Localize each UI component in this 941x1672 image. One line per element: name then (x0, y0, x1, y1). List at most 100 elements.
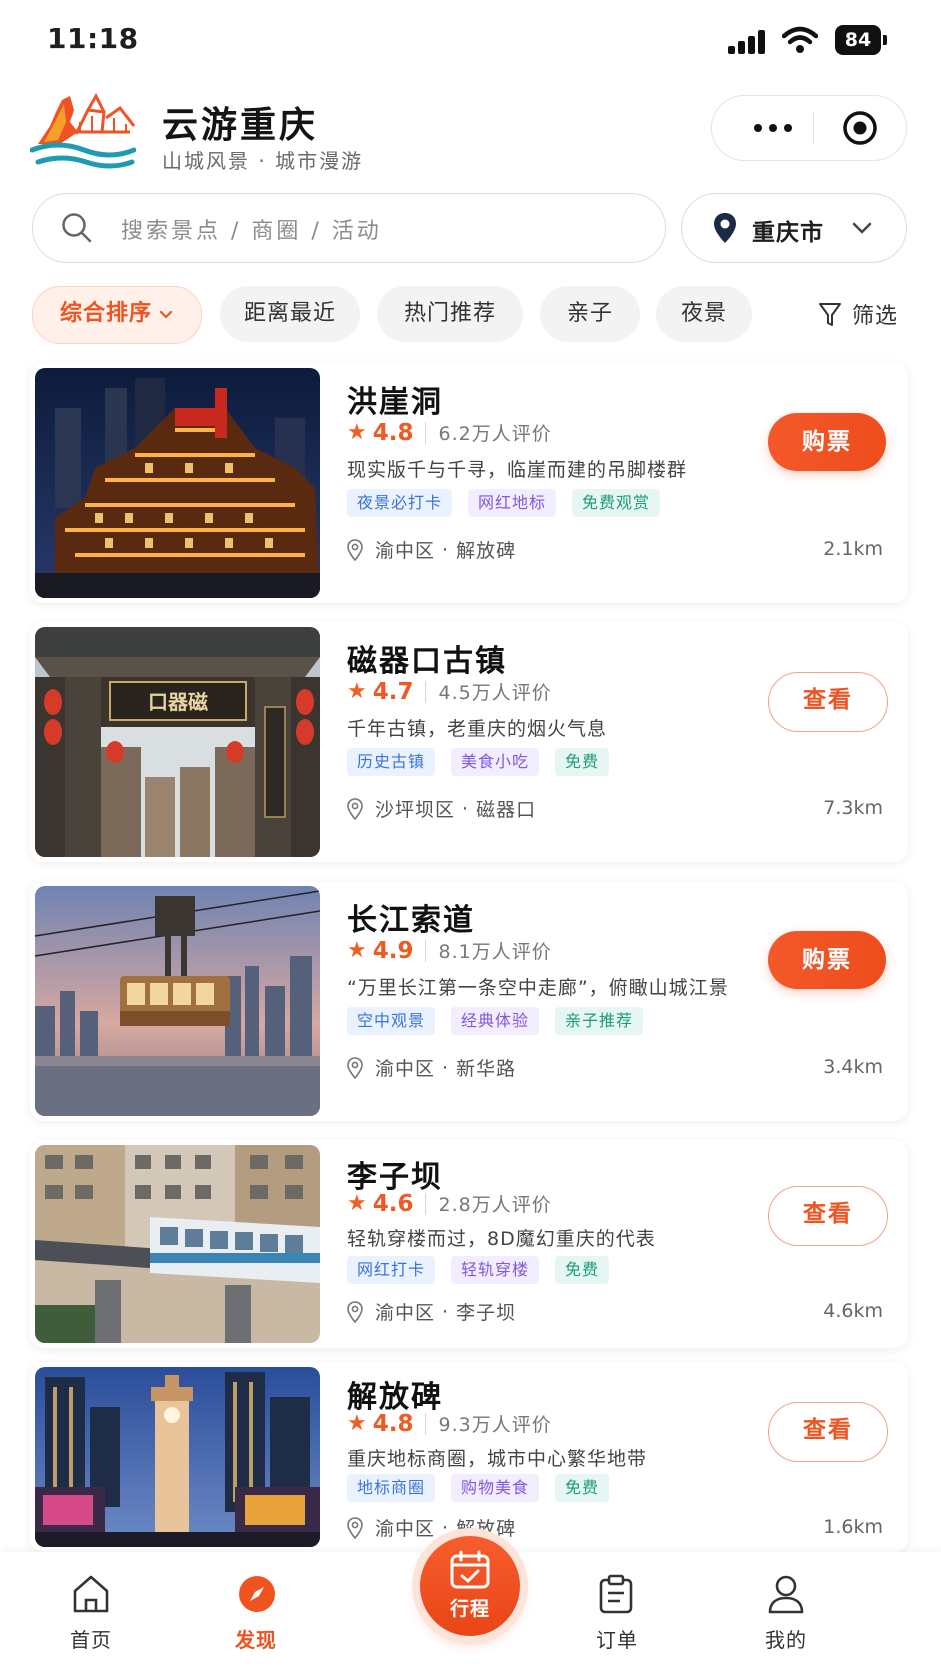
spot-distance: 2.1km (823, 538, 883, 560)
spot-description: 千年古镇，老重庆的烟火气息 (347, 718, 608, 740)
more-dots-icon (754, 124, 762, 132)
search-placeholder: 搜索景点 / 商圈 / 活动 (121, 219, 382, 244)
compass-icon (239, 1576, 275, 1612)
app-title: 云游重庆 (162, 105, 319, 146)
spot-location: 沙坪坝区 · 磁器口 (347, 795, 536, 822)
filter-chip-night[interactable]: 夜景 (656, 286, 752, 342)
spot-photo-ciqikou: 口器磁 (35, 627, 320, 857)
search-icon (62, 213, 92, 243)
tag: 历史古镇 (347, 748, 436, 776)
home-icon (73, 1575, 109, 1613)
star-icon: ★ (347, 1411, 367, 1436)
spot-description: 轻轨穿楼而过，8D魔幻重庆的代表 (347, 1228, 656, 1250)
close-miniprogram-button[interactable] (842, 110, 878, 146)
status-bar: 11:18 84 (0, 0, 941, 80)
spot-card[interactable]: 长江索道 ★ 4.9 8.1万人评价 “万里长江第一条空中走廊”，俯瞰山城江景 … (30, 881, 908, 1121)
archway-sign: 口器磁 (148, 690, 208, 714)
spot-distance: 7.3km (823, 797, 883, 819)
spot-location: 渝中区 · 解放碑 (347, 1514, 516, 1541)
tag-list: 空中观景 经典体验 亲子推荐 (347, 1007, 644, 1035)
spot-photo-liziba (35, 1145, 320, 1343)
spot-location: 渝中区 · 解放碑 (347, 536, 516, 563)
status-time: 11:18 (47, 22, 139, 55)
spot-description: 重庆地标商圈，城市中心繁华地带 (347, 1448, 648, 1470)
star-icon: ★ (347, 1191, 367, 1216)
nav-profile[interactable]: 我的 (726, 1552, 846, 1672)
search-input[interactable]: 搜索景点 / 商圈 / 活动 (32, 193, 666, 263)
tag: 美食小吃 (451, 748, 540, 776)
star-icon: ★ (347, 938, 367, 963)
location-pin-icon (347, 1516, 363, 1539)
tag: 网红打卡 (347, 1256, 436, 1284)
chevron-down-icon (159, 310, 173, 319)
location-pin-icon (714, 213, 736, 243)
spot-location: 渝中区 · 李子坝 (347, 1298, 516, 1325)
filter-chip-family[interactable]: 亲子 (540, 286, 640, 342)
spot-name: 洪崖洞 (347, 385, 443, 420)
chevron-down-icon (852, 222, 872, 234)
tag: 经典体验 (451, 1007, 540, 1035)
tag-list: 地标商圈 购物美食 免费 (347, 1474, 610, 1502)
tag: 免费 (555, 1256, 610, 1284)
nav-orders[interactable]: 订单 (557, 1552, 677, 1672)
mini-program-capsule (711, 95, 907, 161)
tag: 轻轨穿楼 (451, 1256, 540, 1284)
buy-ticket-button[interactable]: 购票 (768, 931, 886, 989)
review-count: 9.3万人评价 (438, 1414, 552, 1436)
spot-rating: ★ 4.9 8.1万人评价 (347, 937, 552, 964)
review-count: 6.2万人评价 (438, 423, 552, 445)
tag-list: 网红打卡 轻轨穿楼 免费 (347, 1256, 610, 1284)
tag: 免费 (555, 1474, 610, 1502)
view-button[interactable]: 查看 (768, 1186, 888, 1246)
spot-description: 现实版千与千寻，临崖而建的吊脚楼群 (347, 459, 688, 481)
more-options-button[interactable] (738, 96, 808, 160)
buy-ticket-button[interactable]: 购票 (768, 413, 886, 471)
spot-distance: 1.6km (823, 1516, 883, 1538)
filter-chip-sort[interactable]: 综合排序 (32, 286, 202, 344)
user-icon (768, 1575, 804, 1614)
location-pin-icon (347, 797, 363, 820)
star-icon: ★ (347, 679, 367, 704)
spot-rating: ★ 4.8 9.3万人评价 (347, 1410, 552, 1437)
battery-level: 84 (835, 25, 881, 55)
tag: 空中观景 (347, 1007, 436, 1035)
spot-rating: ★ 4.7 4.5万人评价 (347, 678, 552, 705)
app-logo (30, 92, 136, 169)
filter-chip-nearest[interactable]: 距离最近 (220, 286, 360, 342)
spot-name: 长江索道 (347, 903, 475, 938)
app-subtitle: 山城风景 · 城市漫游 (162, 149, 364, 173)
wifi-icon (782, 26, 818, 53)
filter-chip-popular[interactable]: 热门推荐 (377, 286, 523, 342)
clipboard-icon (599, 1574, 633, 1614)
nav-discover[interactable]: 发现 (196, 1552, 316, 1672)
spot-card[interactable]: 解放碑 ★ 4.8 9.3万人评价 重庆地标商圈，城市中心繁华地带 地标商圈 购… (30, 1362, 908, 1552)
tag-list: 历史古镇 美食小吃 免费 (347, 748, 610, 776)
spot-photo-jiefangbei (35, 1367, 320, 1547)
review-count: 8.1万人评价 (438, 941, 552, 963)
spot-card[interactable]: 洪崖洞 ★ 4.8 6.2万人评价 现实版千与千寻，临崖而建的吊脚楼群 夜景必打… (30, 363, 908, 603)
view-button[interactable]: 查看 (768, 672, 888, 732)
tag: 免费 (555, 748, 610, 776)
spot-card[interactable]: 口器磁 磁器口古镇 ★ 4.7 4.5万人评价 千年古镇，老重庆的烟火气息 历史… (30, 622, 908, 862)
star-icon: ★ (347, 420, 367, 445)
nav-itinerary-button[interactable]: 行程 (420, 1536, 520, 1636)
calendar-icon (450, 1550, 490, 1589)
spot-photo-hongyadong (35, 368, 320, 598)
spot-rating: ★ 4.6 2.8万人评价 (347, 1190, 552, 1217)
tag: 网红地标 (468, 489, 557, 517)
city-name: 重庆市 (752, 220, 824, 246)
cellular-signal-icon (728, 30, 768, 54)
city-selector[interactable]: 重庆市 (681, 193, 907, 263)
tag: 免费观赏 (572, 489, 661, 517)
spot-distance: 4.6km (823, 1300, 883, 1322)
spot-photo-cableway (35, 886, 320, 1116)
nav-home[interactable]: 首页 (31, 1552, 151, 1672)
view-button[interactable]: 查看 (768, 1402, 888, 1462)
spot-location: 渝中区 · 新华路 (347, 1054, 516, 1081)
review-count: 4.5万人评价 (438, 682, 552, 704)
tag: 购物美食 (451, 1474, 540, 1502)
review-count: 2.8万人评价 (438, 1194, 552, 1216)
spot-card[interactable]: 李子坝 ★ 4.6 2.8万人评价 轻轨穿楼而过，8D魔幻重庆的代表 网红打卡 … (30, 1140, 908, 1348)
location-pin-icon (347, 1300, 363, 1323)
funnel-icon (819, 303, 841, 326)
